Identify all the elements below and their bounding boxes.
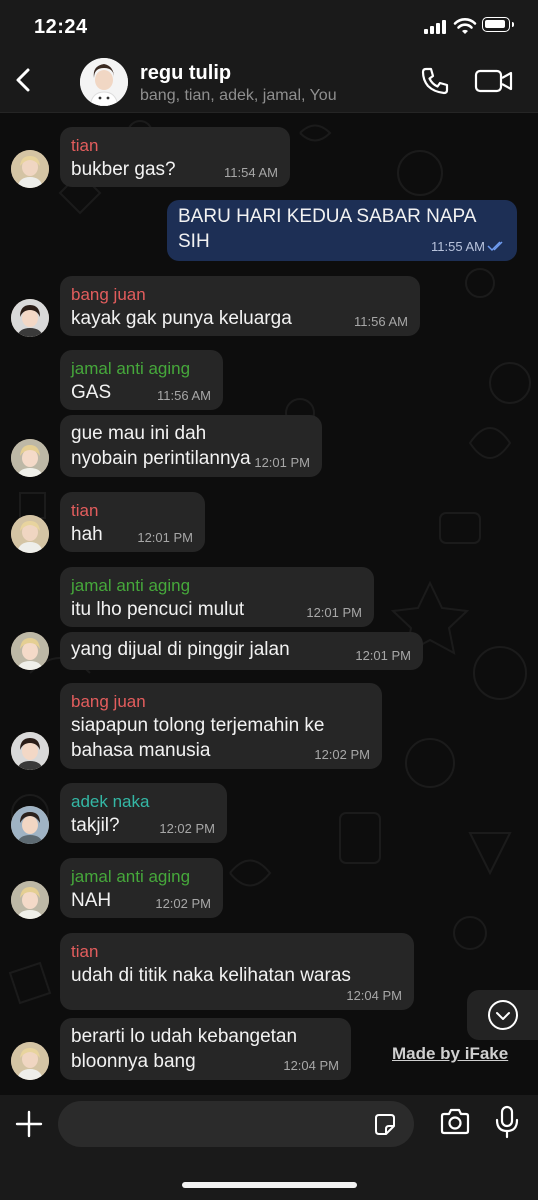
sticker-icon[interactable] (372, 1112, 398, 1138)
avatar-tian[interactable] (11, 515, 49, 553)
scroll-down-button[interactable] (467, 990, 538, 1040)
message-bubble[interactable]: tian bukber gas? 11:54 AM (60, 127, 290, 187)
phone-icon[interactable] (418, 64, 452, 98)
video-camera-icon[interactable] (474, 66, 514, 96)
microphone-icon[interactable] (494, 1105, 520, 1139)
message-bubble[interactable]: jamal anti aging GAS 11:56 AM (60, 350, 223, 410)
group-avatar[interactable] (80, 58, 128, 106)
message-sender: tian (71, 136, 99, 155)
message-time: 12:02 PM (155, 896, 211, 911)
message-bubble[interactable]: jamal anti aging itu lho pencuci mulut 1… (60, 567, 374, 627)
message-bubble[interactable]: bang juan siapapun tolong terjemahin ke … (60, 683, 382, 769)
avatar-jamal[interactable] (11, 439, 49, 477)
message-time: 11:55 AM (431, 239, 485, 254)
message-bubble[interactable]: bang juan kayak gak punya keluarga 11:56… (60, 276, 420, 336)
camera-icon[interactable] (438, 1107, 472, 1137)
message-time: 12:04 PM (346, 988, 402, 1003)
message-bubble[interactable]: tian hah 12:01 PM (60, 492, 205, 552)
group-members[interactable]: bang, tian, adek, jamal, You (140, 87, 337, 105)
status-time: 12:24 (34, 16, 88, 38)
message-time: 11:54 AM (224, 165, 278, 180)
chat-header: regu tulip bang, tian, adek, jamal, You (0, 52, 538, 113)
message-time: 12:01 PM (306, 605, 362, 620)
watermark: Made by iFake (392, 1044, 509, 1063)
message-time: 12:01 PM (254, 455, 310, 470)
message-bubble-outgoing[interactable]: BARU HARI KEDUA SABAR NAPA SIH 11:55 AM (167, 200, 517, 261)
message-sender: jamal anti aging (71, 867, 191, 886)
message-bubble[interactable]: gue mau ini dah nyobain perintilannya 12… (60, 415, 322, 477)
message-sender: bang juan (71, 285, 146, 304)
message-time: 12:02 PM (314, 747, 370, 762)
message-time: 11:56 AM (354, 314, 408, 329)
scroll-down-icon (488, 1000, 518, 1030)
read-receipt-icon (487, 241, 503, 252)
message-bubble[interactable]: tian udah di titik naka kelihatan waras … (60, 933, 414, 1010)
chat-area[interactable]: tian bukber gas? 11:54 AM BARU HARI KEDU… (0, 113, 538, 1095)
message-sender: jamal anti aging (71, 576, 191, 595)
message-input[interactable] (58, 1101, 414, 1147)
message-time: 11:56 AM (157, 388, 211, 403)
avatar-jamal[interactable] (11, 632, 49, 670)
group-name[interactable]: regu tulip (140, 62, 231, 85)
message-time: 12:01 PM (137, 530, 193, 545)
message-input-bar (0, 1095, 538, 1200)
avatar-tian[interactable] (11, 1042, 49, 1080)
message-sender: bang juan (71, 692, 146, 711)
message-bubble[interactable]: yang dijual di pinggir jalan 12:01 PM (60, 632, 423, 670)
home-indicator[interactable] (182, 1182, 357, 1188)
message-time: 12:04 PM (283, 1058, 339, 1073)
battery-icon (482, 17, 514, 32)
message-bubble[interactable]: jamal anti aging NAH 12:02 PM (60, 858, 223, 918)
message-bubble[interactable]: berarti lo udah kebangetan bloonnya bang… (60, 1018, 351, 1080)
message-bubble[interactable]: adek naka takjil? 12:02 PM (60, 783, 227, 843)
status-bar: 12:24 (0, 0, 538, 52)
message-text: gue mau ini dah nyobain perintilannya (71, 423, 251, 469)
message-sender: adek naka (71, 792, 150, 811)
message-text: udah di titik naka kelihatan waras (71, 965, 351, 986)
back-chevron-icon[interactable] (10, 62, 40, 98)
avatar-bang-juan[interactable] (11, 732, 49, 770)
message-time: 12:02 PM (159, 821, 215, 836)
cellular-signal-icon (424, 18, 448, 34)
message-sender: tian (71, 501, 99, 520)
message-sender: jamal anti aging (71, 359, 191, 378)
avatar-jamal[interactable] (11, 881, 49, 919)
message-sender: tian (71, 942, 99, 961)
avatar-tian[interactable] (11, 150, 49, 188)
message-time: 12:01 PM (355, 648, 411, 663)
avatar-adek-naka[interactable] (11, 806, 49, 844)
avatar-bang-juan[interactable] (11, 299, 49, 337)
plus-icon[interactable] (14, 1109, 44, 1139)
wifi-icon (453, 18, 477, 34)
